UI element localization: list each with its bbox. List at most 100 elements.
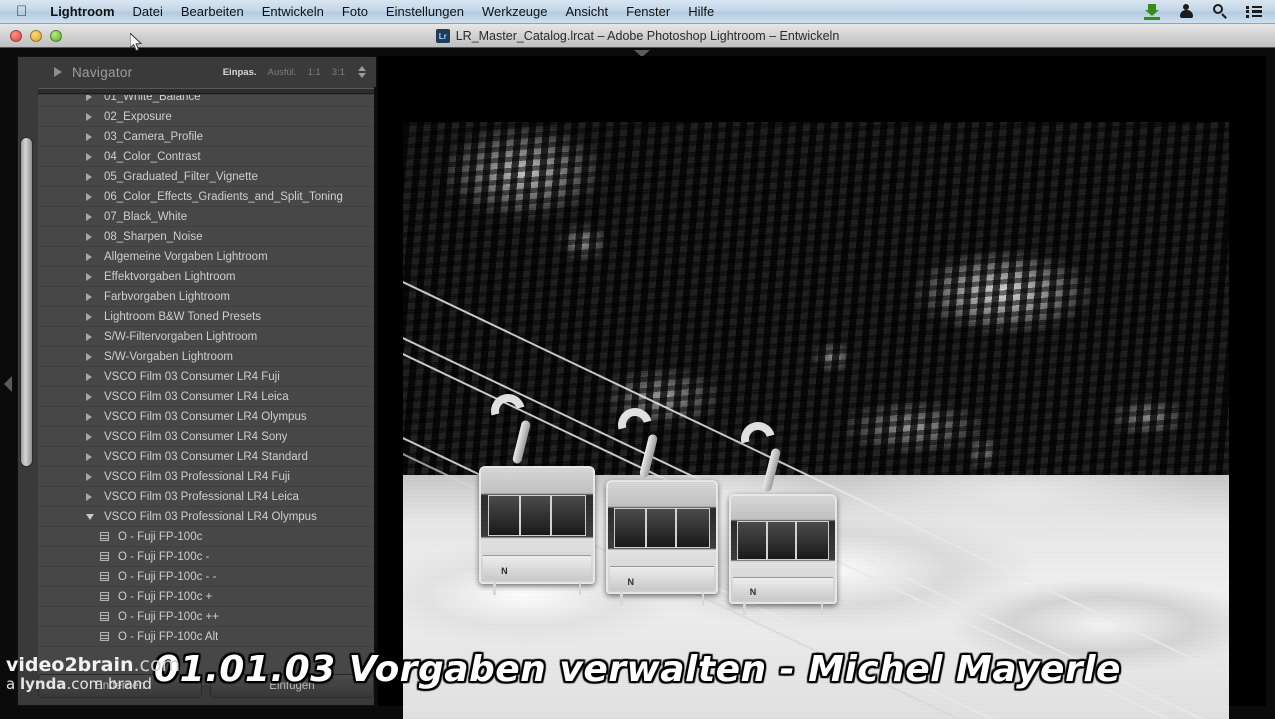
preset-folder-row[interactable]: 07_Black_White [38,207,374,227]
macos-menu-bar:  Lightroom Datei Bearbeiten Entwickeln … [0,0,1275,24]
left-panel-scrollbar[interactable] [20,137,33,467]
preset-folder-row[interactable]: VSCO Film 03 Consumer LR4 Fuji [38,367,374,387]
preset-grid-icon [100,572,109,581]
preset-folder-row[interactable]: 08_Sharpen_Noise [38,227,374,247]
chevron-right-icon[interactable] [86,332,92,341]
close-button[interactable] [10,29,22,42]
chevron-right-icon[interactable] [86,312,92,321]
preset-folder-row[interactable]: 02_Exposure [38,107,374,127]
left-panel: Navigator Einpas. Ausfül. 1:1 3:1 00_Fil… [17,56,376,706]
preset-item-row[interactable]: O - Fuji FP-100c - [38,547,374,567]
menu-item-einstellungen[interactable]: Einstellungen [377,0,473,24]
chevron-right-icon[interactable] [86,112,92,121]
photo-image[interactable]: N N [403,122,1229,719]
zoom-mode-einpassen[interactable]: Einpas. [223,67,257,78]
user-icon[interactable] [1177,3,1195,21]
chevron-right-icon[interactable] [86,372,92,381]
chevron-right-icon[interactable] [86,172,92,181]
chevron-right-icon[interactable] [86,412,92,421]
apple-logo-icon[interactable]:  [16,4,27,19]
menu-item-bearbeiten[interactable]: Bearbeiten [172,0,253,24]
chevron-right-icon[interactable] [86,352,92,361]
preset-grid-icon [100,592,109,601]
preset-row-label: VSCO Film 03 Consumer LR4 Sony [104,430,288,443]
zoom-mode-1to1[interactable]: 1:1 [308,67,321,78]
preset-folder-row[interactable]: VSCO Film 03 Professional LR4 Leica [38,487,374,507]
preset-row-label: VSCO Film 03 Professional LR4 Leica [104,490,299,503]
minimize-button[interactable] [30,29,42,42]
preset-folder-row[interactable]: VSCO Film 03 Consumer LR4 Olympus [38,407,374,427]
preset-folder-row[interactable]: S/W-Filtervorgaben Lightroom [38,327,374,347]
left-panel-collapse-icon[interactable] [4,376,12,392]
remove-preset-button[interactable]: Entfernen [38,674,202,698]
chevron-right-icon[interactable] [86,392,92,401]
preset-list[interactable]: 00_Film_Einstell.01_White_Balance02_Expo… [38,95,374,685]
preset-row-label: O - Fuji FP-100c + [118,590,213,603]
preset-list-rows: 00_Film_Einstell.01_White_Balance02_Expo… [38,95,374,647]
zoom-mode-ausfuellen[interactable]: Ausfül. [268,67,297,78]
menu-item-fenster[interactable]: Fenster [617,0,679,24]
navigator-panel-header[interactable]: Navigator Einpas. Ausfül. 1:1 3:1 [36,57,376,87]
chevron-right-icon[interactable] [86,492,92,501]
preset-folder-row[interactable]: 05_Graduated_Filter_Vignette [38,167,374,187]
preset-folder-row[interactable]: Farbvorgaben Lightroom [38,287,374,307]
menu-item-hilfe[interactable]: Hilfe [679,0,723,24]
zoom-stepper-icon[interactable] [358,66,366,78]
menu-item-werkzeuge[interactable]: Werkzeuge [473,0,557,24]
preset-folder-row[interactable]: 03_Camera_Profile [38,127,374,147]
preset-folder-row[interactable]: VSCO Film 03 Consumer LR4 Standard [38,447,374,467]
preset-grid-icon [100,532,109,541]
preset-row-label: O - Fuji FP-100c - [118,550,210,563]
preset-row-label: 07_Black_White [104,210,188,223]
preset-item-row[interactable]: O - Fuji FP-100c + [38,587,374,607]
zoom-mode-3to1[interactable]: 3:1 [332,67,345,78]
preset-folder-row[interactable]: VSCO Film 03 Consumer LR4 Sony [38,427,374,447]
preset-folder-row[interactable]: 01_White_Balance [38,95,374,107]
menu-item-entwickeln[interactable]: Entwickeln [253,0,333,24]
list-menu-icon[interactable] [1245,3,1263,21]
chevron-right-icon[interactable] [86,212,92,221]
preset-grid-icon [100,612,109,621]
preset-folder-row[interactable]: VSCO Film 03 Professional LR4 Olympus [38,507,374,527]
preset-folder-row[interactable]: 04_Color_Contrast [38,147,374,167]
menu-item-ansicht[interactable]: Ansicht [557,0,618,24]
chevron-right-icon[interactable] [54,67,62,77]
download-icon[interactable] [1143,3,1161,21]
preset-folder-row[interactable]: VSCO Film 03 Consumer LR4 Leica [38,387,374,407]
preset-folder-row[interactable]: Effektvorgaben Lightroom [38,267,374,287]
preset-item-row[interactable]: O - Fuji FP-100c Alt [38,627,374,647]
chevron-right-icon[interactable] [86,252,92,261]
chevron-right-icon[interactable] [86,472,92,481]
menu-item-foto[interactable]: Foto [333,0,377,24]
preset-row-label: O - Fuji FP-100c ++ [118,610,219,623]
menu-item-lightroom[interactable]: Lightroom [41,0,123,24]
preset-item-row[interactable]: O - Fuji FP-100c [38,527,374,547]
chevron-right-icon[interactable] [86,95,92,101]
preset-row-label: VSCO Film 03 Consumer LR4 Leica [104,390,289,403]
preset-item-row[interactable]: O - Fuji FP-100c - - [38,567,374,587]
navigator-title: Navigator [72,64,133,80]
menu-item-datei[interactable]: Datei [124,0,172,24]
chevron-right-icon[interactable] [86,452,92,461]
chevron-right-icon[interactable] [86,192,92,201]
preset-folder-row[interactable]: VSCO Film 03 Professional LR4 Fuji [38,467,374,487]
preset-item-row[interactable]: O - Fuji FP-100c ++ [38,607,374,627]
chevron-right-icon[interactable] [86,132,92,141]
add-preset-button[interactable]: Einfügen [210,674,374,698]
preset-row-label: 03_Camera_Profile [104,130,204,143]
preset-folder-row[interactable]: S/W-Vorgaben Lightroom [38,347,374,367]
chevron-right-icon[interactable] [86,232,92,241]
photo-display-area[interactable]: N N [378,56,1266,719]
preset-folder-row[interactable]: 06_Color_Effects_Gradients_and_Split_Ton… [38,187,374,207]
zoom-button[interactable] [50,29,62,42]
preset-row-label: S/W-Filtervorgaben Lightroom [104,330,258,343]
chevron-right-icon[interactable] [86,152,92,161]
chevron-down-icon[interactable] [86,513,94,520]
chevron-right-icon[interactable] [86,272,92,281]
chevron-right-icon[interactable] [86,292,92,301]
window-title-text: LR_Master_Catalog.lrcat – Adobe Photosho… [455,29,840,43]
search-icon[interactable] [1211,3,1229,21]
chevron-right-icon[interactable] [86,432,92,441]
preset-folder-row[interactable]: Lightroom B&W Toned Presets [38,307,374,327]
preset-folder-row[interactable]: Allgemeine Vorgaben Lightroom [38,247,374,267]
